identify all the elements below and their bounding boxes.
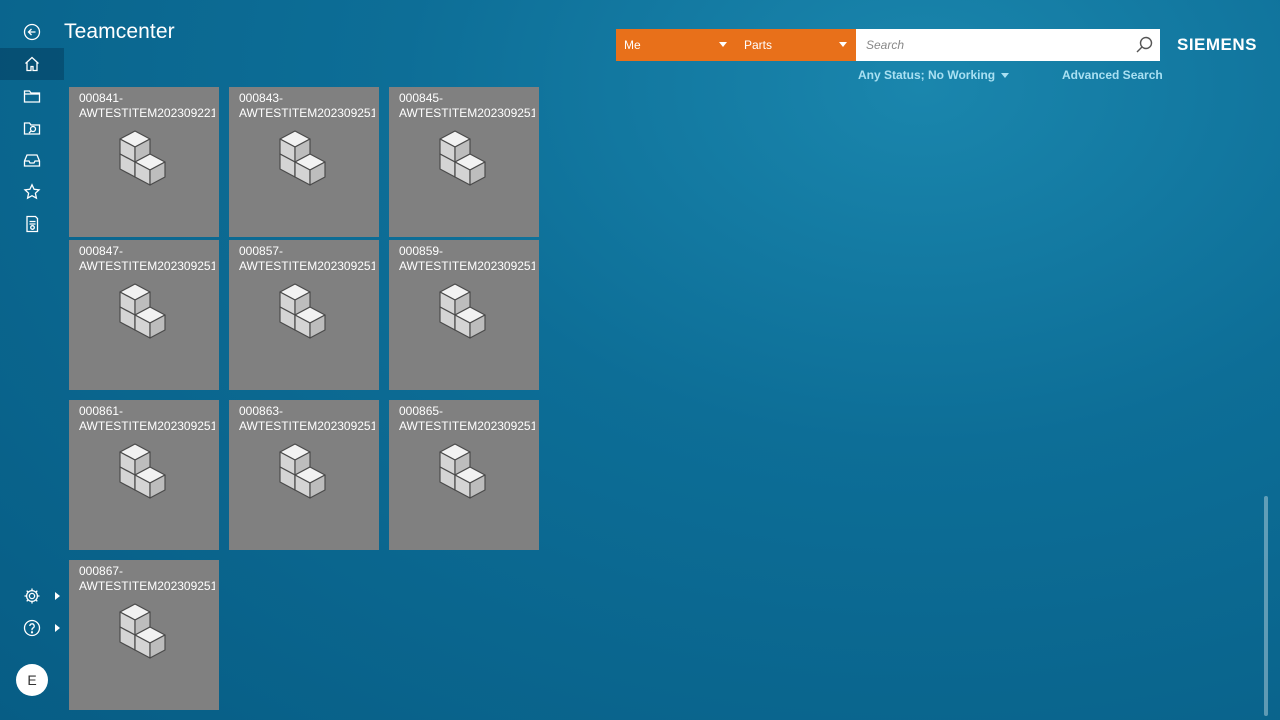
part-cube-icon [279, 130, 326, 186]
item-tile[interactable]: 000845- AWTESTITEM2023092512 [389, 87, 539, 237]
part-cube-icon [279, 283, 326, 339]
item-tile-title: 000847- AWTESTITEM2023092513 [79, 244, 215, 273]
item-tile-title: 000867- AWTESTITEM2023092517 [79, 564, 215, 593]
inbox-icon [23, 154, 41, 167]
help-button[interactable] [0, 612, 64, 644]
item-tile-title: 000843- AWTESTITEM2023092510 [239, 91, 375, 120]
item-tile-title: 000857- AWTESTITEM2023092515 [239, 244, 375, 273]
item-tile[interactable]: 000841- AWTESTITEM2023092210 [69, 87, 219, 237]
inbox-button[interactable] [0, 144, 64, 176]
search-icon[interactable] [1134, 35, 1154, 55]
status-filter-dropdown[interactable]: Any Status; No Working [858, 68, 1010, 82]
star-icon [23, 183, 41, 200]
item-tile[interactable]: 000859- AWTESTITEM2023092515 [389, 240, 539, 390]
advanced-search-link[interactable]: Advanced Search [1062, 68, 1163, 82]
item-tile[interactable]: 000857- AWTESTITEM2023092515 [229, 240, 379, 390]
favorites-button[interactable] [0, 176, 64, 208]
home-icon [25, 56, 39, 72]
search-folder-icon [23, 122, 41, 135]
gear-icon [24, 588, 40, 604]
search-box [856, 29, 1160, 61]
part-cube-icon [119, 603, 166, 659]
part-cube-icon [119, 283, 166, 339]
part-cube-icon [439, 283, 486, 339]
item-tile[interactable]: 000843- AWTESTITEM2023092510 [229, 87, 379, 237]
item-tile[interactable]: 000867- AWTESTITEM2023092517 [69, 560, 219, 710]
item-tile[interactable]: 000847- AWTESTITEM2023092513 [69, 240, 219, 390]
back-icon [23, 23, 41, 41]
part-cube-icon [119, 443, 166, 499]
chevron-down-icon [839, 42, 847, 47]
part-cube-icon [119, 130, 166, 186]
item-tile-title: 000841- AWTESTITEM2023092210 [79, 91, 215, 120]
back-button[interactable] [0, 16, 64, 48]
owner-scope-dropdown[interactable]: Me [616, 29, 736, 61]
type-scope-dropdown[interactable]: Parts [736, 29, 856, 61]
siemens-logo: SIEMENS [1177, 35, 1258, 54]
item-tile-title: 000865- AWTESTITEM2023092516 [399, 404, 535, 433]
item-tile-title: 000863- AWTESTITEM2023092516 [239, 404, 375, 433]
folders-button[interactable] [0, 80, 64, 112]
global-navigation-sidebar: E [0, 0, 64, 720]
avatar-initial: E [27, 672, 37, 688]
owner-scope-value: Me [624, 38, 641, 52]
status-filter-label: Any Status; No Working [858, 68, 996, 82]
chevron-down-icon [719, 42, 727, 47]
changes-icon [26, 215, 39, 233]
app-title: Teamcenter [64, 20, 175, 43]
part-cube-icon [279, 443, 326, 499]
saved-searches-button[interactable] [0, 112, 64, 144]
folder-icon [23, 90, 41, 103]
changes-button[interactable] [0, 208, 64, 240]
chevron-down-icon [1001, 73, 1010, 79]
type-scope-value: Parts [744, 38, 773, 52]
part-cube-icon [439, 443, 486, 499]
item-tile[interactable]: 000861- AWTESTITEM2023092515 [69, 400, 219, 550]
item-tile-title: 000861- AWTESTITEM2023092515 [79, 404, 215, 433]
item-tile[interactable]: 000863- AWTESTITEM2023092516 [229, 400, 379, 550]
chevron-right-icon [55, 592, 60, 600]
item-tile-title: 000859- AWTESTITEM2023092515 [399, 244, 535, 273]
help-icon [23, 619, 41, 637]
user-avatar[interactable]: E [16, 664, 48, 696]
item-tile[interactable]: 000865- AWTESTITEM2023092516 [389, 400, 539, 550]
home-button[interactable] [0, 48, 64, 80]
chevron-right-icon [55, 624, 60, 632]
search-input[interactable] [866, 37, 1126, 53]
scrollbar-thumb[interactable] [1264, 496, 1268, 716]
part-cube-icon [439, 130, 486, 186]
settings-button[interactable] [0, 580, 64, 612]
item-tile-title: 000845- AWTESTITEM2023092512 [399, 91, 535, 120]
vertical-scrollbar[interactable] [1262, 86, 1270, 718]
